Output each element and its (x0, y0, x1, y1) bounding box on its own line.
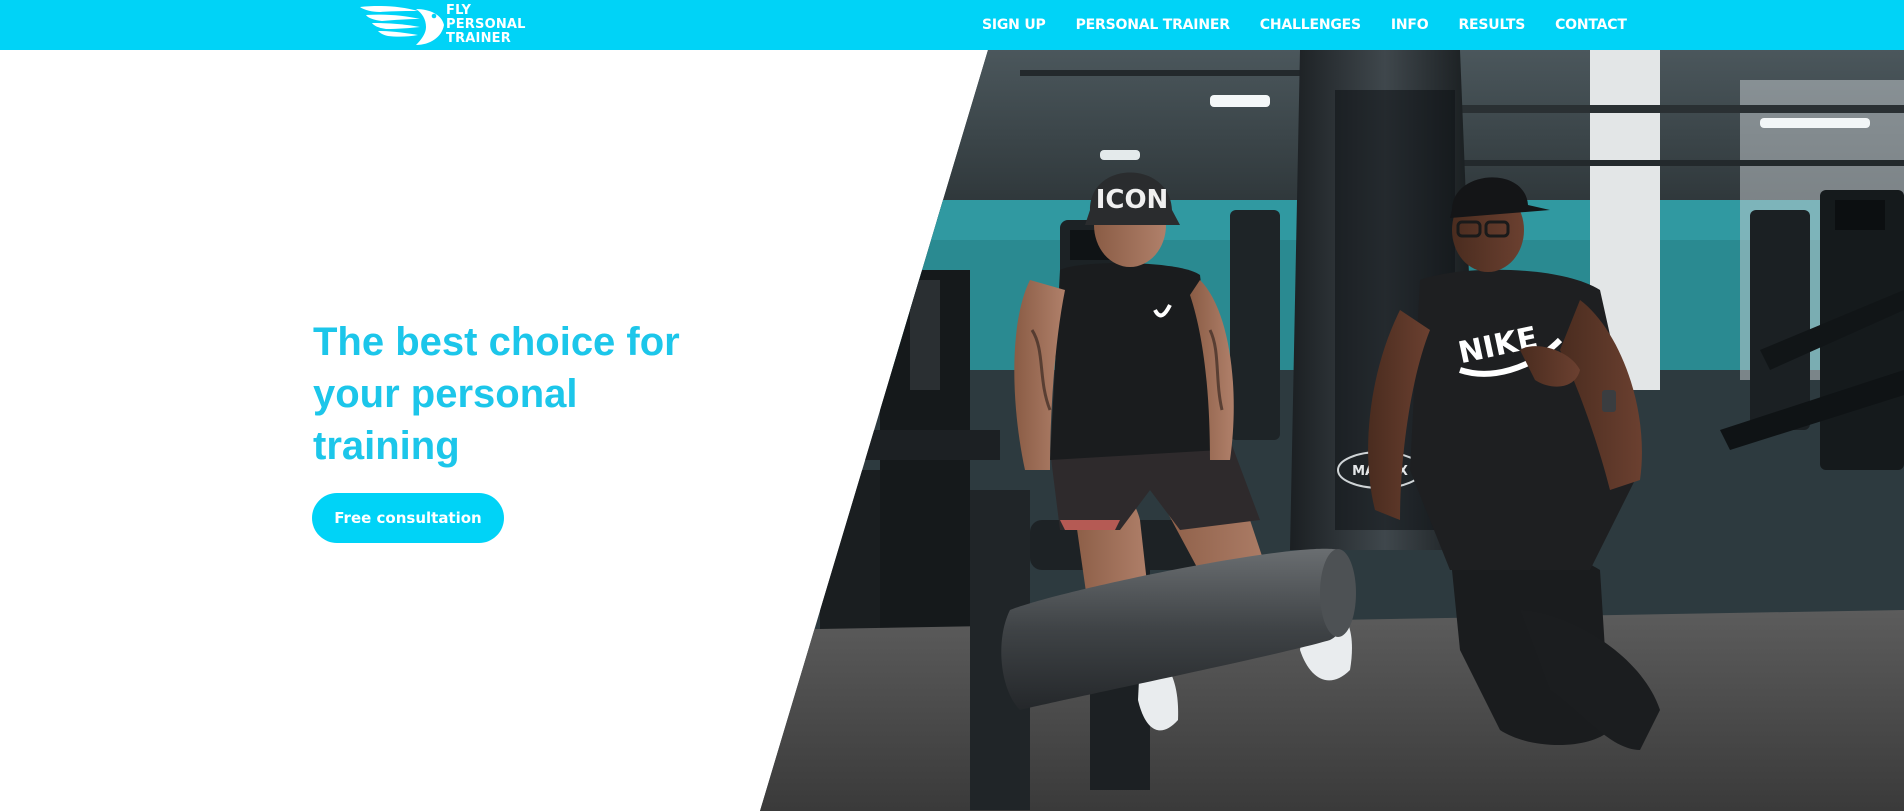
nav-results[interactable]: RESULTS (1458, 17, 1525, 33)
nav-sign-up[interactable]: SIGN UP (982, 17, 1046, 33)
nav-contact[interactable]: CONTACT (1555, 17, 1627, 33)
nav-personal-trainer[interactable]: PERSONAL TRAINER (1076, 17, 1230, 33)
logo-text: FLY PERSONAL TRAINER (446, 4, 526, 46)
logo-line-3: TRAINER (446, 31, 511, 46)
hero-image: MATRIX (760, 50, 1904, 811)
nav-challenges[interactable]: CHALLENGES (1260, 17, 1361, 33)
site-header: FLY PERSONAL TRAINER SIGN UP PERSONAL TR… (0, 0, 1904, 50)
logo-link[interactable]: FLY PERSONAL TRAINER (358, 3, 526, 47)
logo-line-2: PERSONAL (446, 17, 526, 32)
gym-scene-illustration: MATRIX (760, 50, 1904, 811)
free-consultation-button[interactable]: Free consultation (312, 493, 504, 543)
page: FLY PERSONAL TRAINER SIGN UP PERSONAL TR… (0, 0, 1904, 811)
hero-title: The best choice for your personal traini… (313, 320, 680, 468)
cap-text: ICON (1096, 185, 1169, 215)
logo-line-1: FLY (446, 3, 472, 18)
main-nav: SIGN UP PERSONAL TRAINER CHALLENGES INFO… (982, 0, 1627, 50)
wing-icon (360, 6, 444, 45)
nav-info[interactable]: INFO (1391, 17, 1429, 33)
